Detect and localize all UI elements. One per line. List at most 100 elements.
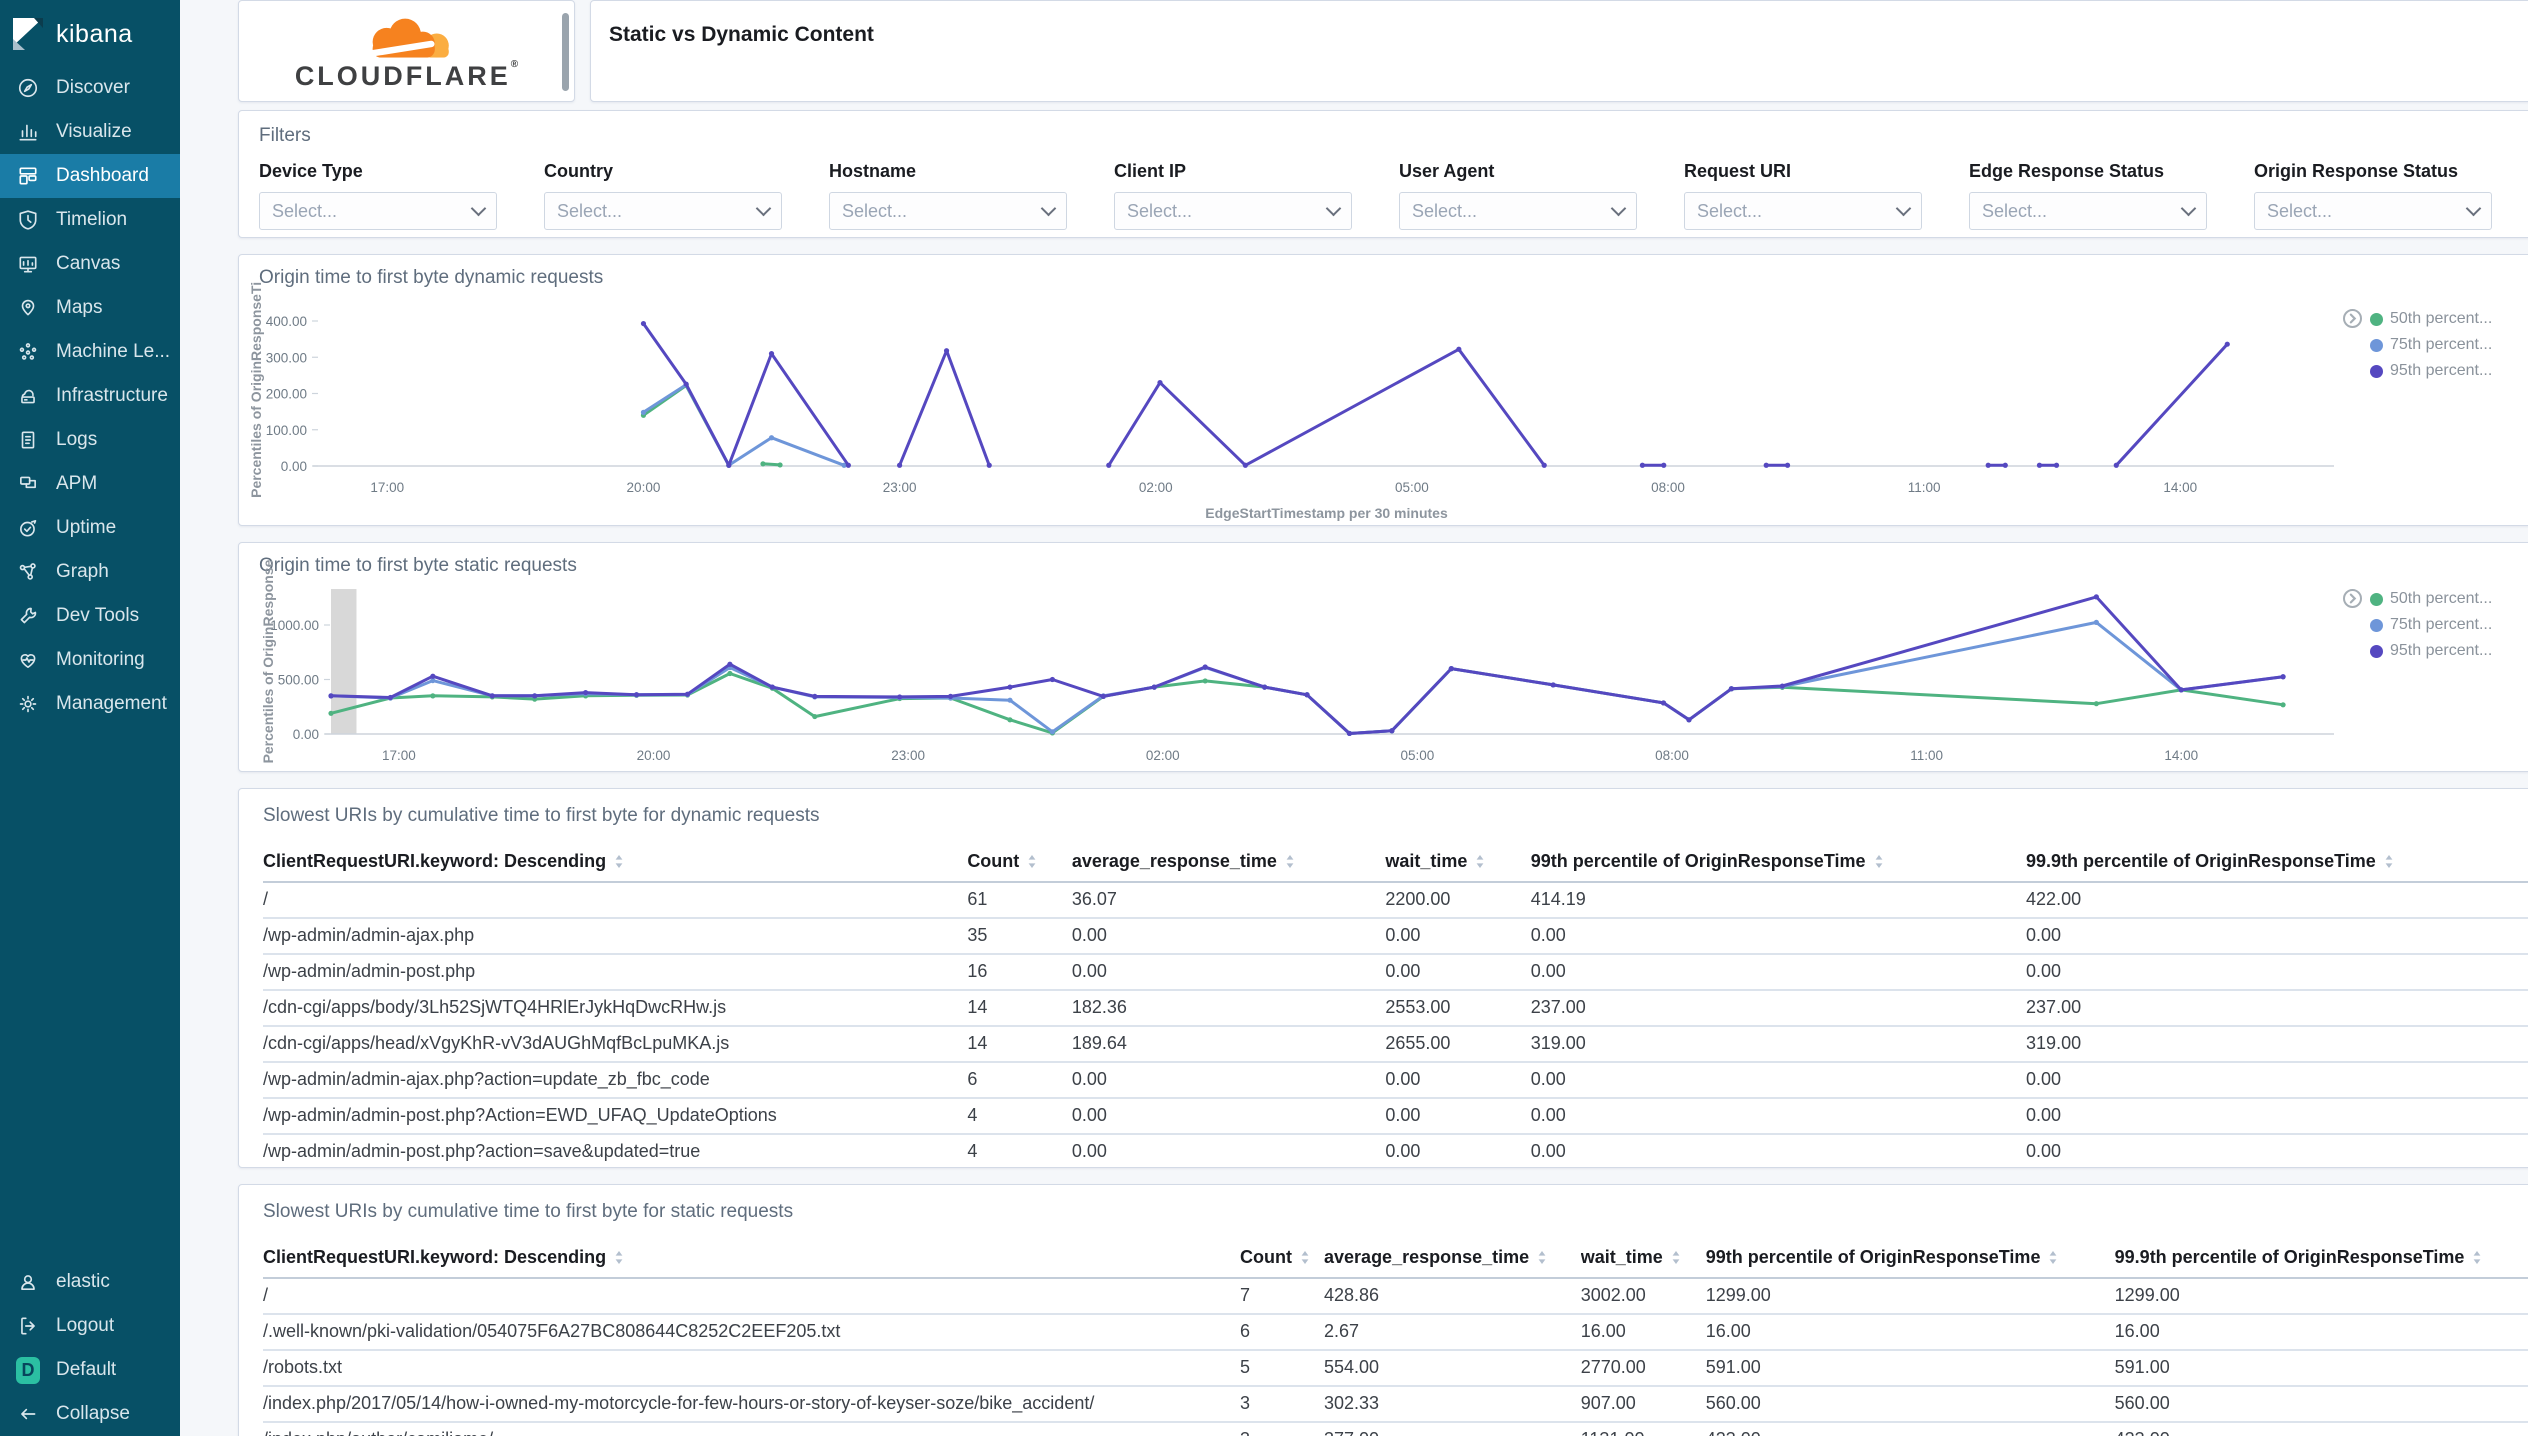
sidebar-item-infrastructure[interactable]: Infrastructure <box>0 374 180 418</box>
timelion-icon <box>16 208 40 232</box>
legend-entry-75th-percent[interactable]: 75th percent... <box>2370 616 2492 634</box>
svg-text:20:00: 20:00 <box>627 480 661 495</box>
chart-canvas[interactable]: 0.00 100.00 200.00 300.00 400.00 17:00 20:00 23… <box>239 255 2522 527</box>
sidebar-item-monitoring[interactable]: Monitoring <box>0 638 180 682</box>
legend-entry-50th-percent[interactable]: 50th percent... <box>2370 310 2492 328</box>
sidebar-item-maps[interactable]: Maps <box>0 286 180 330</box>
value-cell: 4 <box>967 1134 1072 1167</box>
filter-group-country: Country Select... <box>544 161 829 230</box>
value-cell: 591.00 <box>2114 1350 2528 1387</box>
sidebar-item-uptime[interactable]: Uptime <box>0 506 180 550</box>
filter-label-edge-response-status: Edge Response Status <box>1969 161 2165 181</box>
sidebar-item-machine-le[interactable]: Machine Le... <box>0 330 180 374</box>
sidebar-footer-item-collapse[interactable]: Collapse <box>0 1392 180 1436</box>
filter-select-origin-response-status[interactable]: Select... <box>2254 192 2492 230</box>
svg-text:Percentiles of OriginResponseT: Percentiles of OriginResponseTi <box>248 282 264 498</box>
filter-label-hostname: Hostname <box>829 161 917 181</box>
value-cell: 0.00 <box>2026 1062 2528 1099</box>
svg-text:08:00: 08:00 <box>1655 748 1689 763</box>
logs-icon <box>16 428 40 452</box>
sidebar-label: Maps <box>56 297 103 318</box>
sidebar-item-management[interactable]: Management <box>0 682 180 726</box>
column-header-wait-time[interactable]: wait_time <box>1385 843 1531 883</box>
sidebar-footer-label: Logout <box>56 1315 115 1336</box>
sidebar-item-dashboard[interactable]: Dashboard <box>0 154 180 198</box>
sidebar-item-timelion[interactable]: Timelion <box>0 198 180 242</box>
svg-text:0.00: 0.00 <box>281 459 307 474</box>
svg-text:EdgeStartTimestamp per 30 minu: EdgeStartTimestamp per 30 minutes <box>1205 505 1448 521</box>
sidebar-item-graph[interactable]: Graph <box>0 550 180 594</box>
svg-text:300.00: 300.00 <box>266 350 307 365</box>
filter-label-client-ip: Client IP <box>1114 161 1187 181</box>
column-header-count[interactable]: Count <box>967 843 1072 883</box>
filter-select-request-uri[interactable]: Select... <box>1684 192 1922 230</box>
sidebar-item-dev-tools[interactable]: Dev Tools <box>0 594 180 638</box>
legend-entry-50th-percent[interactable]: 50th percent... <box>2370 590 2492 608</box>
sidebar-item-discover[interactable]: Discover <box>0 66 180 110</box>
sidebar-footer-item-logout[interactable]: Logout <box>0 1304 180 1348</box>
column-header-99th-percentile-of-originresponsetime[interactable]: 99th percentile of OriginResponseTime <box>1530 843 2027 883</box>
scrollbar-thumb[interactable] <box>562 13 569 91</box>
svg-text:02:00: 02:00 <box>1146 748 1180 763</box>
filter-select-device-type[interactable]: Select... <box>259 192 497 230</box>
value-cell: 6 <box>1239 1314 1325 1351</box>
sidebar-label: Canvas <box>56 253 121 274</box>
sidebar-item-visualize[interactable]: Visualize <box>0 110 180 154</box>
sidebar-footer: elastic Logout D Default Collapse <box>0 1260 180 1436</box>
legend-dot-icon <box>2370 618 2383 632</box>
filter-select-country[interactable]: Select... <box>544 192 782 230</box>
table-row: /robots.txt 5 554.00 2770.00 591.00 591.00 <box>263 1350 2528 1387</box>
chart-canvas[interactable]: 0.00 500.00 1000.00 17:00 20:00 23:00 02:00 05:… <box>239 543 2522 773</box>
kibana-logo[interactable]: kibana <box>0 0 180 66</box>
column-header-label: Count <box>1239 1247 1292 1267</box>
uri-cell: /cdn-cgi/apps/head/xVgyKhR-vV3dAUGhMqfBc… <box>263 1026 968 1063</box>
table-row: /wp-admin/admin-post.php?Action=EWD_UFAQ… <box>263 1098 2528 1135</box>
sidebar-label: Dashboard <box>56 165 149 186</box>
sidebar-item-logs[interactable]: Logs <box>0 418 180 462</box>
sidebar-item-canvas[interactable]: Canvas <box>0 242 180 286</box>
legend-entry-75th-percent[interactable]: 75th percent... <box>2370 336 2492 354</box>
legend-entry-95th-percent[interactable]: 95th percent... <box>2370 642 2492 660</box>
column-header-count[interactable]: Count <box>1239 1239 1325 1279</box>
table-dynamic-requests-panel: Slowest URIs by cumulative time to first… <box>238 788 2528 1168</box>
filter-group-edge-response-status: Edge Response Status Select... <box>1969 161 2254 230</box>
value-cell: 319.00 <box>1530 1026 2027 1063</box>
value-cell: 0.00 <box>1071 918 1386 955</box>
legend-label: 50th percent... <box>2390 590 2493 607</box>
column-header-99-9th-percentile-of-originresponsetime[interactable]: 99.9th percentile of OriginResponseTime <box>2026 843 2528 883</box>
filter-select-client-ip[interactable]: Select... <box>1114 192 1352 230</box>
svg-text:11:00: 11:00 <box>1908 480 1941 495</box>
filter-select-user-agent[interactable]: Select... <box>1399 192 1637 230</box>
column-header-clientrequesturi-keyword-descending[interactable]: ClientRequestURI.keyword: Descending <box>263 843 968 883</box>
column-header-99-9th-percentile-of-originresponsetime[interactable]: 99.9th percentile of OriginResponseTime <box>2114 1239 2528 1279</box>
column-header-99th-percentile-of-originresponsetime[interactable]: 99th percentile of OriginResponseTime <box>1705 1239 2115 1279</box>
column-header-clientrequesturi-keyword-descending[interactable]: ClientRequestURI.keyword: Descending <box>263 1239 1240 1279</box>
filter-select-edge-response-status[interactable]: Select... <box>1969 192 2207 230</box>
svg-text:05:00: 05:00 <box>1395 480 1429 495</box>
sidebar-item-apm[interactable]: APM <box>0 462 180 506</box>
legend-expand-icon[interactable] <box>2343 589 2362 608</box>
sidebar-footer-item-elastic[interactable]: elastic <box>0 1260 180 1304</box>
sidebar-footer-item-default[interactable]: D Default <box>0 1348 180 1392</box>
column-header-label: ClientRequestURI.keyword: Descending <box>263 851 607 871</box>
table-row: /61 36.07 2200.00 414.19 422.00 <box>263 882 2528 919</box>
chart-dynamic-requests-panel: Origin time to first byte dynamic reques… <box>238 254 2528 526</box>
value-cell: 0.00 <box>1071 1062 1386 1099</box>
column-header-average-response-time[interactable]: average_response_time <box>1071 843 1386 883</box>
kibana-logo-text: kibana <box>56 19 133 48</box>
sidebar-label: Timelion <box>56 209 128 230</box>
filter-select-hostname[interactable]: Select... <box>829 192 1067 230</box>
filter-group-request-uri: Request URI Select... <box>1684 161 1969 230</box>
value-cell: 2553.00 <box>1385 990 1531 1027</box>
legend-expand-icon[interactable] <box>2343 309 2362 328</box>
value-cell: 0.00 <box>1071 1134 1386 1167</box>
column-header-wait-time[interactable]: wait_time <box>1580 1239 1706 1279</box>
value-cell: 0.00 <box>1530 1098 2027 1135</box>
svg-text:17:00: 17:00 <box>370 480 404 495</box>
legend-entry-95th-percent[interactable]: 95th percent... <box>2370 362 2492 380</box>
legend-dot-icon <box>2370 338 2383 352</box>
chevron-down-icon <box>470 200 487 216</box>
dashboard-title-panel: Static vs Dynamic Content <box>590 0 2528 102</box>
sidebar-label: Infrastructure <box>56 385 168 406</box>
column-header-average-response-time[interactable]: average_response_time <box>1324 1239 1581 1279</box>
